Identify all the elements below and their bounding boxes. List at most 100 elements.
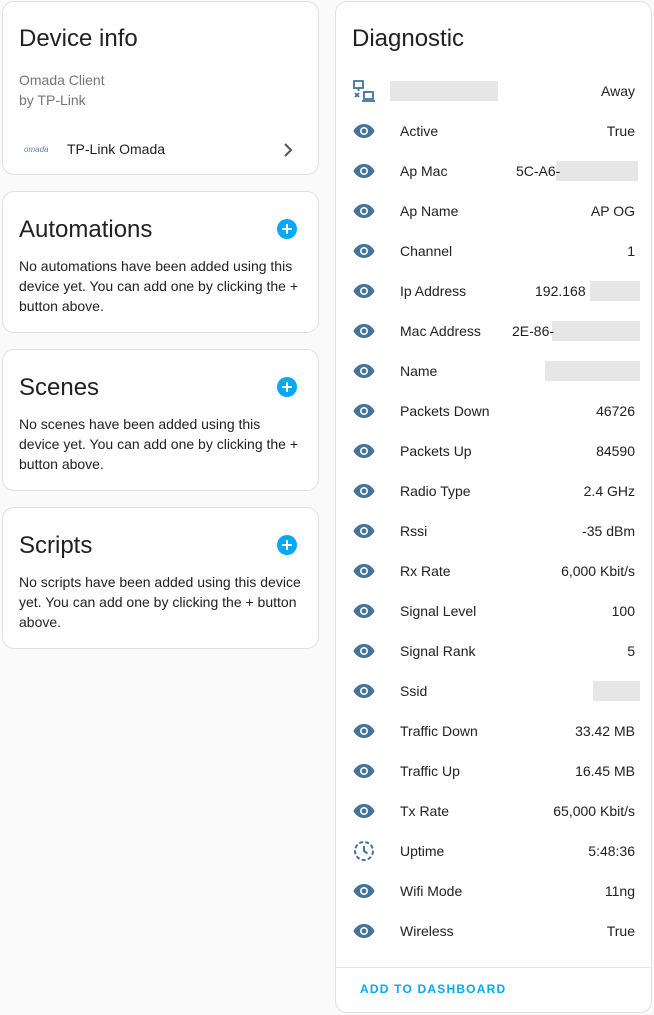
diagnostic-row[interactable]: Packets Down 46726: [352, 391, 635, 431]
eye-icon: [352, 479, 376, 503]
diagnostic-name: Rssi: [400, 523, 428, 539]
diagnostic-value: 33.42 MB: [575, 723, 635, 739]
eye-icon: [352, 719, 376, 743]
diagnostic-value: 1: [627, 243, 635, 259]
diagnostic-row[interactable]: Ip Address 192.168: [352, 271, 640, 311]
eye-icon: [352, 519, 376, 543]
diagnostic-value: 65,000 Kbit/s: [553, 803, 635, 819]
add-script-button[interactable]: [277, 535, 297, 555]
eye-icon: [352, 599, 376, 623]
automations-title: Automations: [19, 216, 153, 243]
diagnostic-value: 2E-86-: [512, 323, 555, 339]
eye-icon: [352, 679, 376, 703]
diagnostic-value: Away: [601, 83, 635, 99]
diagnostic-row[interactable]: Ap Mac 5C-A6-: [352, 151, 638, 191]
diagnostic-row[interactable]: Rx Rate 6,000 Kbit/s: [352, 551, 635, 591]
eye-icon: [352, 279, 376, 303]
device-manufacturer: by TP-Link: [19, 92, 86, 108]
scenes-card: Scenes No scenes have been added using t…: [2, 349, 319, 491]
eye-icon: [352, 559, 376, 583]
diagnostic-row[interactable]: Uptime 5:48:36: [352, 831, 635, 871]
diagnostic-value: 192.168: [535, 283, 586, 299]
diagnostic-title: Diagnostic: [352, 25, 465, 52]
diagnostic-row[interactable]: Wireless True: [352, 911, 635, 951]
diagnostic-name: Ssid: [400, 683, 428, 699]
redacted-block: [590, 281, 640, 301]
diagnostic-value: 84590: [596, 443, 635, 459]
diagnostic-name: Tx Rate: [400, 803, 450, 819]
plus-icon: [282, 540, 292, 550]
diagnostic-name: Channel: [400, 243, 453, 259]
eye-icon: [352, 199, 376, 223]
diagnostic-row[interactable]: Ap Name AP OG: [352, 191, 635, 231]
diagnostic-row[interactable]: Rssi -35 dBm: [352, 511, 635, 551]
diagnostic-value: True: [606, 923, 635, 939]
diagnostic-row[interactable]: Name: [352, 351, 640, 391]
diagnostic-row[interactable]: Signal Rank 5: [352, 631, 635, 671]
plus-icon: [282, 382, 292, 392]
diagnostic-name: Signal Level: [400, 603, 477, 619]
redacted-block: [545, 361, 640, 381]
redacted-block: [593, 681, 640, 701]
clock-icon: [352, 839, 376, 863]
diagnostic-name: Radio Type: [400, 483, 471, 499]
omada-logo: omada: [24, 145, 49, 154]
plus-icon: [282, 224, 292, 234]
diagnostic-name: Traffic Up: [400, 763, 460, 779]
diagnostic-row[interactable]: Tx Rate 65,000 Kbit/s: [352, 791, 635, 831]
diagnostic-row[interactable]: Radio Type 2.4 GHz: [352, 471, 635, 511]
eye-icon: [352, 399, 376, 423]
device-info-title: Device info: [19, 25, 138, 52]
eye-icon: [352, 239, 376, 263]
add-scene-button[interactable]: [277, 377, 297, 397]
diagnostic-row[interactable]: Away: [352, 71, 635, 111]
diagnostic-name: Traffic Down: [400, 723, 478, 739]
redacted-block: [556, 161, 638, 181]
scripts-card: Scripts No scripts have been added using…: [2, 507, 319, 649]
eye-icon: [352, 639, 376, 663]
device-model: Omada Client: [19, 72, 105, 88]
diagnostic-value: 6,000 Kbit/s: [561, 563, 635, 579]
diagnostic-row[interactable]: Packets Up 84590: [352, 431, 635, 471]
integration-name: TP-Link Omada: [67, 141, 166, 157]
diagnostic-row[interactable]: Signal Level 100: [352, 591, 635, 631]
diagnostic-value: 2.4 GHz: [583, 483, 635, 499]
automations-empty-text: No automations have been added using thi…: [19, 258, 299, 314]
diagnostic-value: 5:48:36: [588, 843, 635, 859]
diagnostic-name: Mac Address: [400, 323, 481, 339]
eye-icon: [352, 319, 376, 343]
diagnostic-value: 16.45 MB: [575, 763, 635, 779]
diagnostic-row[interactable]: Traffic Down 33.42 MB: [352, 711, 635, 751]
diagnostic-value: 100: [611, 603, 635, 619]
diagnostic-card: Diagnostic Away Active True Ap Mac 5C-A6- Ap …: [335, 1, 652, 1013]
diagnostic-row[interactable]: Traffic Up 16.45 MB: [352, 751, 635, 791]
diagnostic-name: Active: [400, 123, 439, 139]
scenes-title: Scenes: [19, 374, 100, 401]
diagnostic-name: Packets Up: [400, 443, 472, 459]
diagnostic-row[interactable]: Channel 1: [352, 231, 635, 271]
diagnostic-value: True: [606, 123, 635, 139]
add-to-dashboard-button[interactable]: ADD TO DASHBOARD: [360, 982, 506, 996]
diagnostic-row[interactable]: Active True: [352, 111, 635, 151]
automations-card: Automations No automations have been add…: [2, 191, 319, 333]
diagnostic-row[interactable]: Ssid: [352, 671, 640, 711]
diagnostic-value: 5C-A6-: [516, 163, 561, 179]
chevron-right-icon: [282, 142, 294, 163]
diagnostic-row[interactable]: Wifi Mode 11ng: [352, 871, 635, 911]
scripts-empty-text: No scripts have been added using this de…: [19, 574, 301, 630]
integration-link[interactable]: omada TP-Link Omada: [3, 136, 318, 166]
diagnostic-name: Ap Name: [400, 203, 459, 219]
eye-icon: [352, 359, 376, 383]
eye-icon: [352, 799, 376, 823]
eye-icon: [352, 159, 376, 183]
scenes-empty-text: No scenes have been added using this dev…: [19, 416, 299, 472]
diagnostic-name: Uptime: [400, 843, 445, 859]
add-automation-button[interactable]: [277, 219, 297, 239]
diagnostic-name: Packets Down: [400, 403, 490, 419]
footer-divider: [336, 967, 651, 968]
eye-icon: [352, 759, 376, 783]
diagnostic-value: 11ng: [604, 883, 635, 899]
eye-icon: [352, 119, 376, 143]
diagnostic-row[interactable]: Mac Address 2E-86-: [352, 311, 640, 351]
diagnostic-value: -35 dBm: [582, 523, 635, 539]
